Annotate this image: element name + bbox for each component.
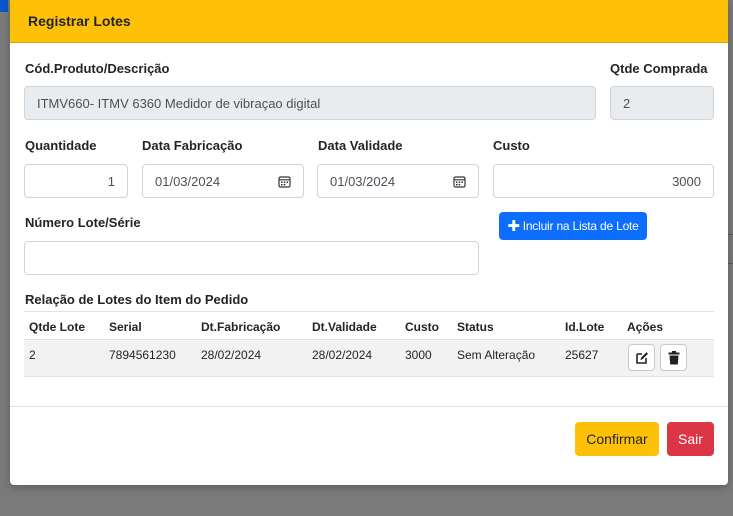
col-header-actions: Ações — [627, 320, 664, 334]
col-header-serial: Serial — [109, 320, 142, 334]
cell-qty: 2 — [29, 348, 36, 362]
mfg-date-input[interactable]: 01/03/2024 — [142, 164, 304, 198]
cell-mfg-date: 28/02/2024 — [201, 348, 262, 362]
cell-cost: 3000 — [405, 348, 432, 362]
table-row: 2 7894561230 28/02/2024 28/02/2024 3000 … — [24, 340, 714, 377]
cost-label: Custo — [493, 138, 530, 153]
cell-lot-id: 25627 — [565, 348, 599, 362]
lots-section-title: Relação de Lotes do Item do Pedido — [25, 292, 249, 307]
col-header-qty: Qtde Lote — [29, 320, 85, 334]
product-value: ITMV660- ITMV 6360 Medidor de vibraçao d… — [37, 95, 321, 111]
cost-value: 3000 — [672, 173, 701, 189]
mfg-date-value: 01/03/2024 — [155, 173, 221, 189]
calendar-icon[interactable] — [278, 175, 291, 188]
cell-exp-date: 28/02/2024 — [312, 348, 373, 362]
confirm-button[interactable]: Confirmar — [575, 422, 659, 456]
quantity-label: Quantidade — [25, 138, 97, 153]
include-lot-button[interactable]: ✚ Incluir na Lista de Lote — [499, 212, 647, 240]
trash-icon — [668, 350, 679, 364]
exp-date-value: 01/03/2024 — [330, 173, 396, 189]
cell-serial: 7894561230 — [109, 348, 176, 362]
lot-number-label: Número Lote/Série — [25, 215, 141, 230]
mfg-date-label: Data Fabricação — [142, 138, 243, 153]
lots-table: Qtde Lote Serial Dt.Fabricação Dt.Valida… — [24, 311, 714, 377]
calendar-icon[interactable] — [453, 175, 466, 188]
lot-number-input[interactable] — [24, 241, 479, 275]
table-header: Qtde Lote Serial Dt.Fabricação Dt.Valida… — [24, 311, 714, 340]
col-header-cost: Custo — [405, 320, 439, 334]
modal-footer-divider — [10, 406, 728, 407]
exp-date-label: Data Validade — [318, 138, 403, 153]
exit-button[interactable]: Sair — [667, 422, 714, 456]
modal-title: Registrar Lotes — [28, 13, 131, 29]
qty-bought-label: Qtde Comprada — [610, 61, 708, 76]
product-label: Cód.Produto/Descrição — [25, 61, 170, 76]
exp-date-input[interactable]: 01/03/2024 — [317, 164, 479, 198]
cost-input[interactable]: 3000 — [493, 164, 714, 198]
plus-icon: ✚ — [507, 217, 520, 235]
edit-icon — [635, 351, 648, 364]
quantity-input[interactable]: 1 — [24, 164, 128, 198]
include-lot-label: Incluir na Lista de Lote — [522, 219, 639, 233]
col-header-mfg-date: Dt.Fabricação — [201, 320, 281, 334]
modal-header: Registrar Lotes — [10, 0, 728, 43]
col-header-status: Status — [457, 320, 494, 334]
cell-status: Sem Alteração — [457, 348, 536, 362]
register-lots-modal: Registrar Lotes Cód.Produto/Descrição Qt… — [10, 0, 728, 485]
background-accent — [0, 0, 8, 12]
product-field[interactable]: ITMV660- ITMV 6360 Medidor de vibraçao d… — [24, 86, 596, 120]
qty-bought-field[interactable]: 2 — [610, 86, 714, 120]
delete-lot-button[interactable] — [660, 344, 687, 371]
quantity-value: 1 — [107, 173, 115, 189]
qty-bought-value: 2 — [623, 95, 631, 111]
edit-lot-button[interactable] — [628, 344, 655, 371]
col-header-lot-id: Id.Lote — [565, 320, 605, 334]
col-header-exp-date: Dt.Validade — [312, 320, 377, 334]
